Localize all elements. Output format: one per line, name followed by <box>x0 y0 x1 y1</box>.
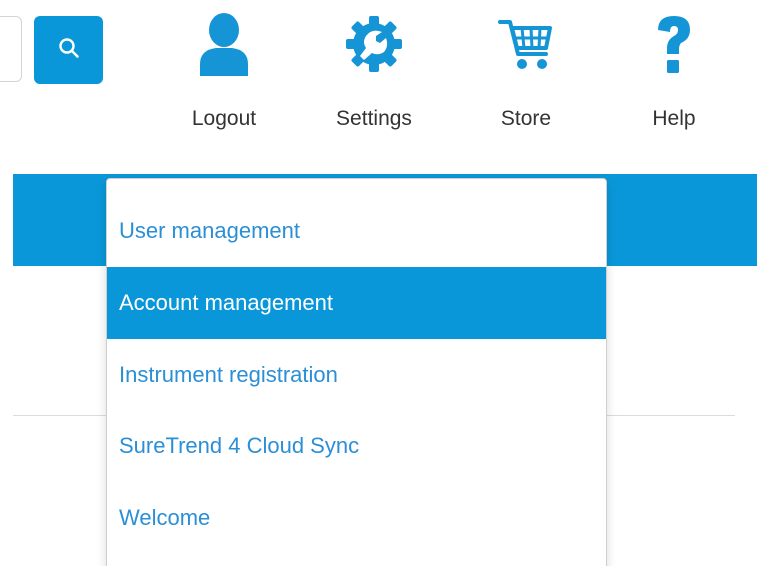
menu-item-welcome[interactable]: Welcome <box>107 482 606 554</box>
question-mark-icon <box>619 12 729 76</box>
user-icon <box>169 12 279 76</box>
nav-store[interactable]: Store <box>471 0 581 140</box>
menu-item-user-management[interactable]: User management <box>107 195 606 267</box>
menu-item-suretrend-cloud-sync[interactable]: SureTrend 4 Cloud Sync <box>107 410 606 482</box>
nav-help-label: Help <box>652 107 696 130</box>
page: Logout Settings Store Help User manageme… <box>0 0 757 566</box>
menu-item-instrument-registration[interactable]: Instrument registration <box>107 339 606 411</box>
settings-dropdown-menu: User management Account management Instr… <box>106 178 607 566</box>
nav-store-label: Store <box>500 107 552 130</box>
nav-logout-label: Logout <box>191 107 257 130</box>
search-icon <box>57 36 81 65</box>
nav-settings[interactable]: Settings <box>319 0 429 140</box>
gear-wrench-icon <box>319 12 429 76</box>
nav-logout[interactable]: Logout <box>169 0 279 140</box>
menu-item-account-management[interactable]: Account management <box>107 267 606 339</box>
search-input[interactable] <box>0 16 22 82</box>
nav-help[interactable]: Help <box>619 0 729 140</box>
search-button[interactable] <box>34 16 103 84</box>
shopping-cart-icon <box>471 12 581 76</box>
nav-settings-label: Settings <box>336 107 412 130</box>
